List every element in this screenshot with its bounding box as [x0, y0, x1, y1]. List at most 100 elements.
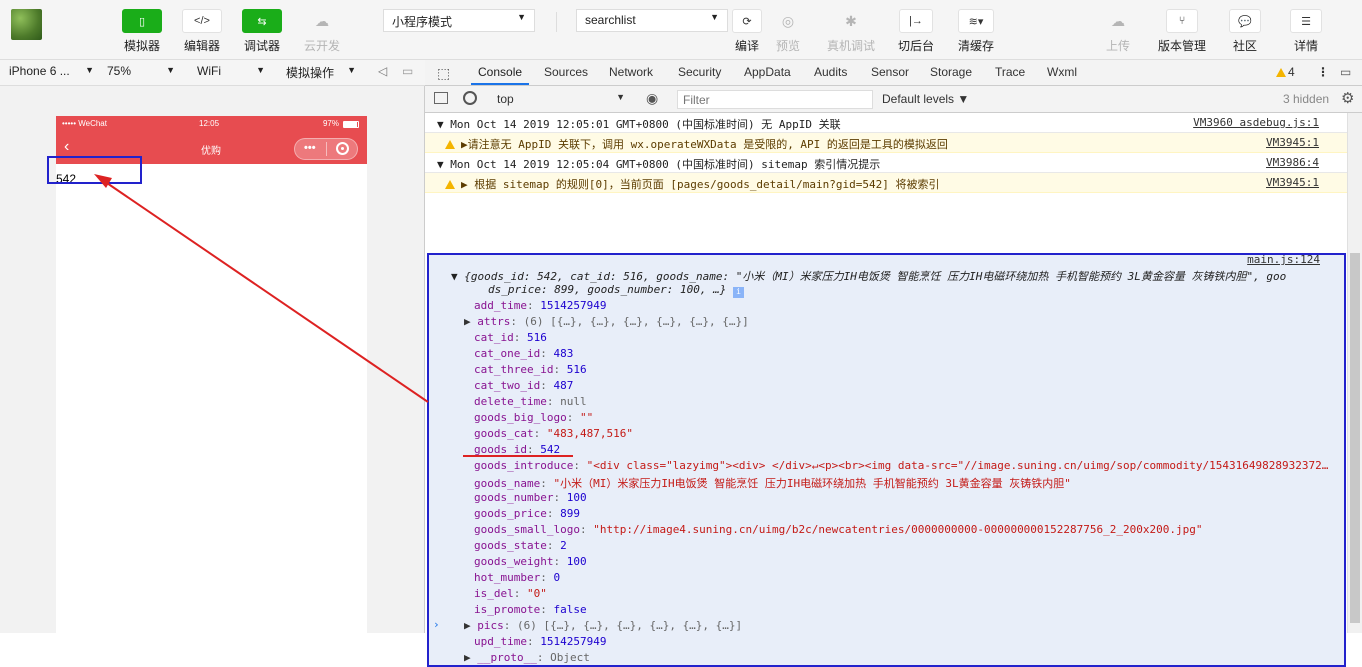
chevron-down-icon: ▼ [517, 12, 526, 22]
more-vertical-icon[interactable]: ⋮ [1317, 65, 1329, 79]
nav-title: 优购 [201, 146, 221, 157]
property-row: goods_introduce: "<div class="lazyimg"><… [474, 459, 1329, 472]
source-link[interactable]: VM3945:1 [1266, 176, 1319, 189]
tab-sources[interactable]: Sources [544, 65, 588, 79]
filter-input[interactable] [677, 90, 873, 109]
warning-line: ▶ 根据 sitemap 的规则[0]，当前页面 [pages/goods_de… [425, 173, 1347, 193]
tab-trace[interactable]: Trace [995, 65, 1025, 79]
window-icon[interactable]: ▭ [402, 64, 413, 78]
debug-icon: ⇆ [242, 9, 282, 33]
source-link[interactable]: main.js:124 [1247, 253, 1320, 266]
property-row: is_del: "0" [474, 587, 547, 600]
warning-count[interactable]: 4 [1276, 65, 1295, 79]
property-row: goods_big_logo: "" [474, 411, 594, 424]
source-link[interactable]: VM3945:1 [1266, 136, 1319, 149]
property-row: upd_time: 1514257949 [474, 635, 607, 648]
source-link[interactable]: VM3960 asdebug.js:1 [1193, 116, 1319, 129]
tab-wxml[interactable]: Wxml [1047, 65, 1077, 79]
eye-icon: ◎ [781, 12, 795, 29]
background-button[interactable]: |→ 切后台 [886, 9, 946, 54]
console-prompt[interactable]: › [433, 618, 440, 631]
hidden-count: 3 hidden [1283, 92, 1330, 106]
property-row: hot_mumber: 0 [474, 571, 561, 584]
levels-select[interactable]: Default levels ▼ [882, 92, 969, 106]
property-row: is_promote: false [474, 603, 587, 616]
console-filter-bar: top▼ ◉ Default levels ▼ 3 hidden ⚙ [425, 86, 1362, 113]
info-icon: i [733, 287, 745, 298]
tab-network[interactable]: Network [609, 65, 653, 79]
clear-console-icon[interactable] [463, 91, 477, 105]
tab-storage[interactable]: Storage [930, 65, 972, 79]
property-row[interactable]: ▶ pics: (6) [{…}, {…}, {…}, {…}, {…}, {…… [464, 619, 742, 632]
details-button[interactable]: ☰ 详情 [1276, 9, 1336, 54]
bug-icon: ✱ [845, 12, 857, 29]
phone-screen: ••••• WeChat 12:05 97% ‹ 优购 ••• 542 [56, 116, 367, 633]
zoom-select[interactable]: 75% ▼ [107, 64, 175, 78]
upload-button[interactable]: ☁ 上传 [1088, 9, 1148, 54]
tab-console[interactable]: Console [470, 65, 530, 85]
warning-icon [445, 140, 455, 149]
devtools-panel: ⬚ Console Sources Network Security AppDa… [425, 60, 1362, 667]
simulator-button[interactable]: ▯ 模拟器 [112, 9, 172, 54]
property-row: cat_id: 516 [474, 331, 547, 344]
compile-mode-select[interactable]: searchlist ▼ [576, 9, 728, 32]
log-line: ▼ Mon Oct 14 2019 12:05:01 GMT+0800 (中国标… [425, 113, 1347, 133]
chevron-down-icon: ▼ [85, 65, 94, 75]
editor-button[interactable]: </> 编辑器 [172, 9, 232, 54]
property-row: goods_cat: "483,487,516" [474, 427, 633, 440]
context-select[interactable]: top ▼ [491, 90, 629, 109]
property-row[interactable]: ▶ attrs: (6) [{…}, {…}, {…}, {…}, {…}, {… [464, 315, 749, 328]
cloud-icon: ☁ [315, 12, 329, 29]
expand-icon[interactable]: ▶ [464, 619, 477, 632]
phone-icon: ▯ [122, 9, 162, 33]
property-row[interactable]: ▶ __proto__: Object [464, 651, 590, 664]
property-row: cat_two_id: 487 [474, 379, 574, 392]
community-button[interactable]: 💬 社区 [1215, 9, 1275, 54]
network-select[interactable]: WiFi ▼ [197, 64, 265, 78]
cloud-button[interactable]: ☁ 云开发 [292, 9, 352, 54]
debugger-button[interactable]: ⇆ 调试器 [232, 9, 292, 54]
preview-button[interactable]: ◎ 预览 [758, 9, 818, 54]
user-avatar[interactable] [11, 9, 42, 40]
inspect-icon[interactable]: ⬚ [437, 65, 450, 82]
tab-appdata[interactable]: AppData [744, 65, 791, 79]
top-toolbar: ▯ 模拟器 </> 编辑器 ⇆ 调试器 ☁ 云开发 小程序模式 ▼ search… [0, 0, 1362, 60]
more-icon[interactable]: ••• [304, 142, 316, 154]
tab-audits[interactable]: Audits [814, 65, 847, 79]
sidebar-toggle-icon[interactable] [434, 92, 448, 104]
scrollbar[interactable] [1347, 113, 1362, 633]
property-row: cat_three_id: 516 [474, 363, 587, 376]
log-line: ▼ Mon Oct 14 2019 12:05:04 GMT+0800 (中国标… [425, 153, 1347, 173]
property-row: goods_small_logo: "http://image4.suning.… [474, 523, 1203, 536]
devtools-tabs: ⬚ Console Sources Network Security AppDa… [425, 60, 1362, 86]
warning-line: ▶请注意无 AppID 关联下，调用 wx.operateWXData 是受限的… [425, 133, 1347, 153]
version-button[interactable]: ⑂ 版本管理 [1152, 9, 1212, 54]
volume-icon[interactable]: ◁ [378, 64, 387, 78]
eye-icon[interactable]: ◉ [646, 90, 658, 107]
warning-icon [445, 180, 455, 189]
layers-icon: ≋▾ [958, 9, 994, 33]
branch-icon: ⑂ [1166, 9, 1198, 33]
scrollbar-thumb[interactable] [1350, 253, 1360, 623]
console-output: ▼ Mon Oct 14 2019 12:05:01 GMT+0800 (中国标… [425, 113, 1347, 667]
remote-debug-button[interactable]: ✱ 真机调试 [821, 9, 881, 54]
mode-select[interactable]: 小程序模式 ▼ [383, 9, 535, 32]
property-row: goods_number: 100 [474, 491, 587, 504]
simulator-bar: iPhone 6 ... ▼ 75% ▼ WiFi ▼ 模拟操作 ▼ ◁ ▭ [0, 60, 425, 86]
simulate-ops-select[interactable]: 模拟操作 ▼ [286, 64, 356, 81]
clear-cache-button[interactable]: ≋▾ 清缓存 [946, 9, 1006, 54]
close-circle-icon[interactable] [336, 142, 349, 155]
property-row: goods_price: 899 [474, 507, 580, 520]
object-summary[interactable]: ▼ {goods_id: 542, cat_id: 516, goods_nam… [451, 268, 1286, 284]
property-row: goods_name: "小米（MI）米家压力IH电饭煲 智能烹饪 压力IH电磁… [474, 477, 1071, 490]
expand-icon[interactable]: ▶ [464, 651, 477, 664]
property-row: add_time: 1514257949 [474, 299, 607, 312]
gear-icon[interactable]: ⚙ [1341, 89, 1354, 107]
tab-sensor[interactable]: Sensor [871, 65, 909, 79]
device-select[interactable]: iPhone 6 ... ▼ [9, 64, 94, 78]
source-link[interactable]: VM3986:4 [1266, 156, 1319, 169]
tab-security[interactable]: Security [678, 65, 721, 79]
dock-icon[interactable]: ▭ [1340, 65, 1351, 79]
back-icon[interactable]: ‹ [64, 138, 69, 156]
expand-icon[interactable]: ▶ [464, 315, 477, 328]
